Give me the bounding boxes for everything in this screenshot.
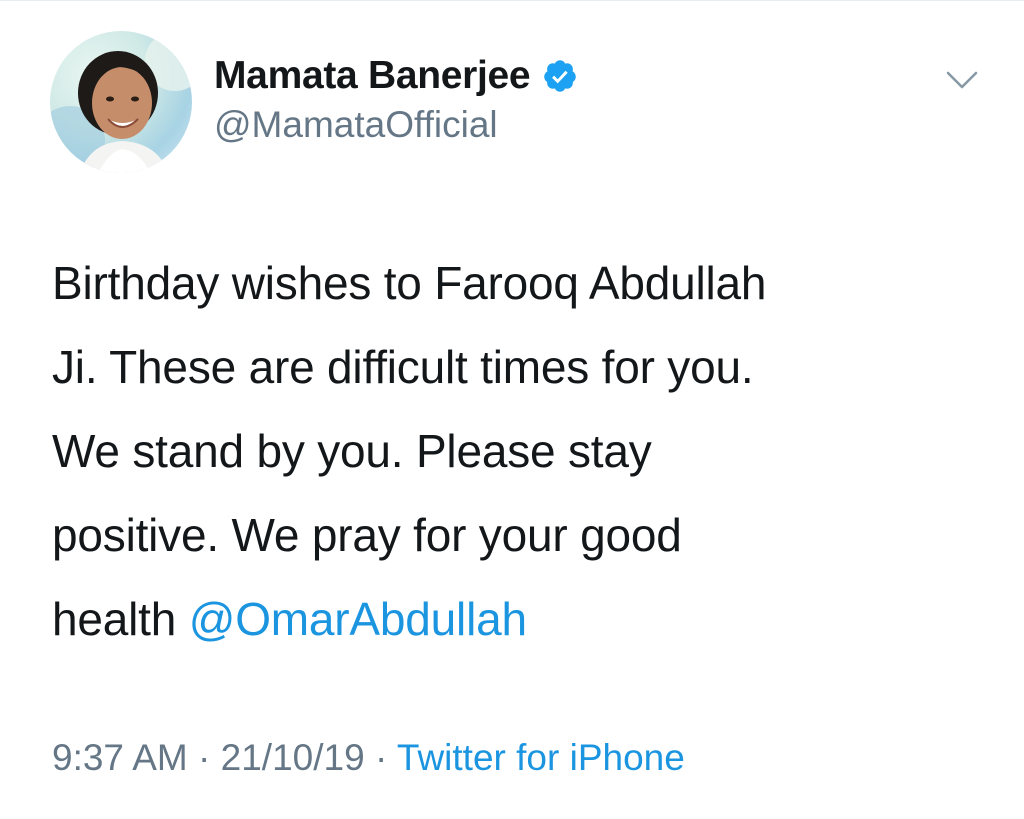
tweet-date: 21/10/19 xyxy=(220,737,365,778)
meta-separator: · xyxy=(364,737,397,778)
tweet-meta: 9:37 AM · 21/10/19 · Twitter for iPhone xyxy=(52,737,685,779)
chevron-down-icon[interactable] xyxy=(944,69,980,93)
display-name[interactable]: Mamata Banerjee xyxy=(214,54,531,98)
meta-separator: · xyxy=(187,737,221,778)
tweet-line: Ji. These are difficult times for you. xyxy=(52,341,754,393)
verified-badge-icon xyxy=(542,58,578,94)
tweet-text: Birthday wishes to Farooq Abdullah Ji. T… xyxy=(52,241,982,661)
tweet-text-prefix: health xyxy=(52,593,189,645)
tweet-line: We stand by you. Please stay xyxy=(52,425,652,477)
tweet-source-link[interactable]: Twitter for iPhone xyxy=(397,737,685,778)
tweet-card: Mamata Banerjee @MamataOfficial Birthday… xyxy=(0,0,1024,819)
name-row: Mamata Banerjee xyxy=(214,53,578,99)
mention-link[interactable]: @OmarAbdullah xyxy=(189,593,527,645)
avatar[interactable] xyxy=(50,31,192,173)
tweet-line: positive. We pray for your good xyxy=(52,509,682,561)
tweet-time: 9:37 AM xyxy=(52,737,188,778)
tweet-line-last: health @OmarAbdullah xyxy=(52,577,982,661)
avatar-image xyxy=(50,31,192,173)
tweet-line: Birthday wishes to Farooq Abdullah xyxy=(52,257,767,309)
user-handle[interactable]: @MamataOfficial xyxy=(214,104,498,146)
